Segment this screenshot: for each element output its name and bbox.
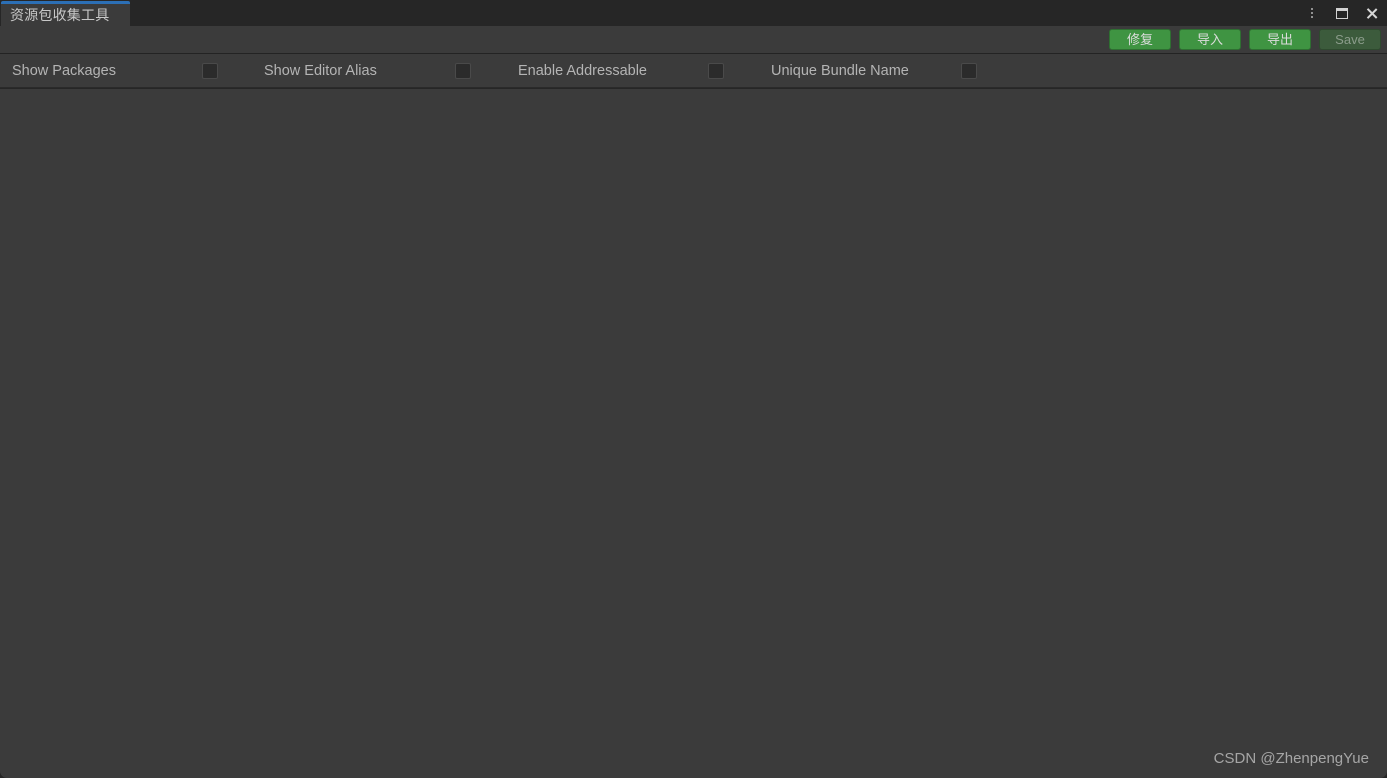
close-x xyxy=(1365,6,1379,20)
save-button[interactable]: Save xyxy=(1319,29,1381,50)
window-controls xyxy=(1303,0,1381,26)
import-button[interactable]: 导入 xyxy=(1179,29,1241,50)
close-icon[interactable] xyxy=(1363,4,1381,22)
option-label-enable-addressable: Enable Addressable xyxy=(518,62,647,79)
options-row: Show Packages Show Editor Alias Enable A… xyxy=(0,54,1387,88)
repair-button[interactable]: 修复 xyxy=(1109,29,1171,50)
maximize-icon[interactable] xyxy=(1333,4,1351,22)
editor-window: 资源包收集工具 修复 导入 导出 Save Show Packages Show… xyxy=(0,0,1387,778)
checkbox-enable-addressable[interactable] xyxy=(708,63,724,79)
option-unique-bundle-name: Unique Bundle Name xyxy=(771,54,909,88)
toolbar: 修复 导入 导出 Save xyxy=(0,26,1387,54)
toolbar-actions: 修复 导入 导出 Save xyxy=(1109,29,1381,50)
option-label-show-packages: Show Packages xyxy=(12,62,116,79)
checkbox-unique-bundle-name[interactable] xyxy=(961,63,977,79)
option-label-show-editor-alias: Show Editor Alias xyxy=(264,62,377,79)
kebab-menu-icon[interactable] xyxy=(1303,4,1321,22)
watermark: CSDN @ZhenpengYue xyxy=(1213,750,1369,767)
tab-bar: 资源包收集工具 xyxy=(0,0,1387,26)
tab-label: 资源包收集工具 xyxy=(10,7,110,23)
export-button[interactable]: 导出 xyxy=(1249,29,1311,50)
option-label-unique-bundle-name: Unique Bundle Name xyxy=(771,62,909,79)
tab-resource-collector[interactable]: 资源包收集工具 xyxy=(1,1,130,26)
asset-list-panel[interactable]: CSDN @ZhenpengYue xyxy=(0,89,1387,778)
checkbox-show-editor-alias[interactable] xyxy=(455,63,471,79)
option-show-editor-alias: Show Editor Alias xyxy=(264,54,377,88)
option-show-packages: Show Packages xyxy=(12,54,116,88)
checkbox-show-packages[interactable] xyxy=(202,63,218,79)
option-enable-addressable: Enable Addressable xyxy=(518,54,647,88)
kebab-dots xyxy=(1311,6,1313,20)
maximize-square xyxy=(1336,7,1348,19)
